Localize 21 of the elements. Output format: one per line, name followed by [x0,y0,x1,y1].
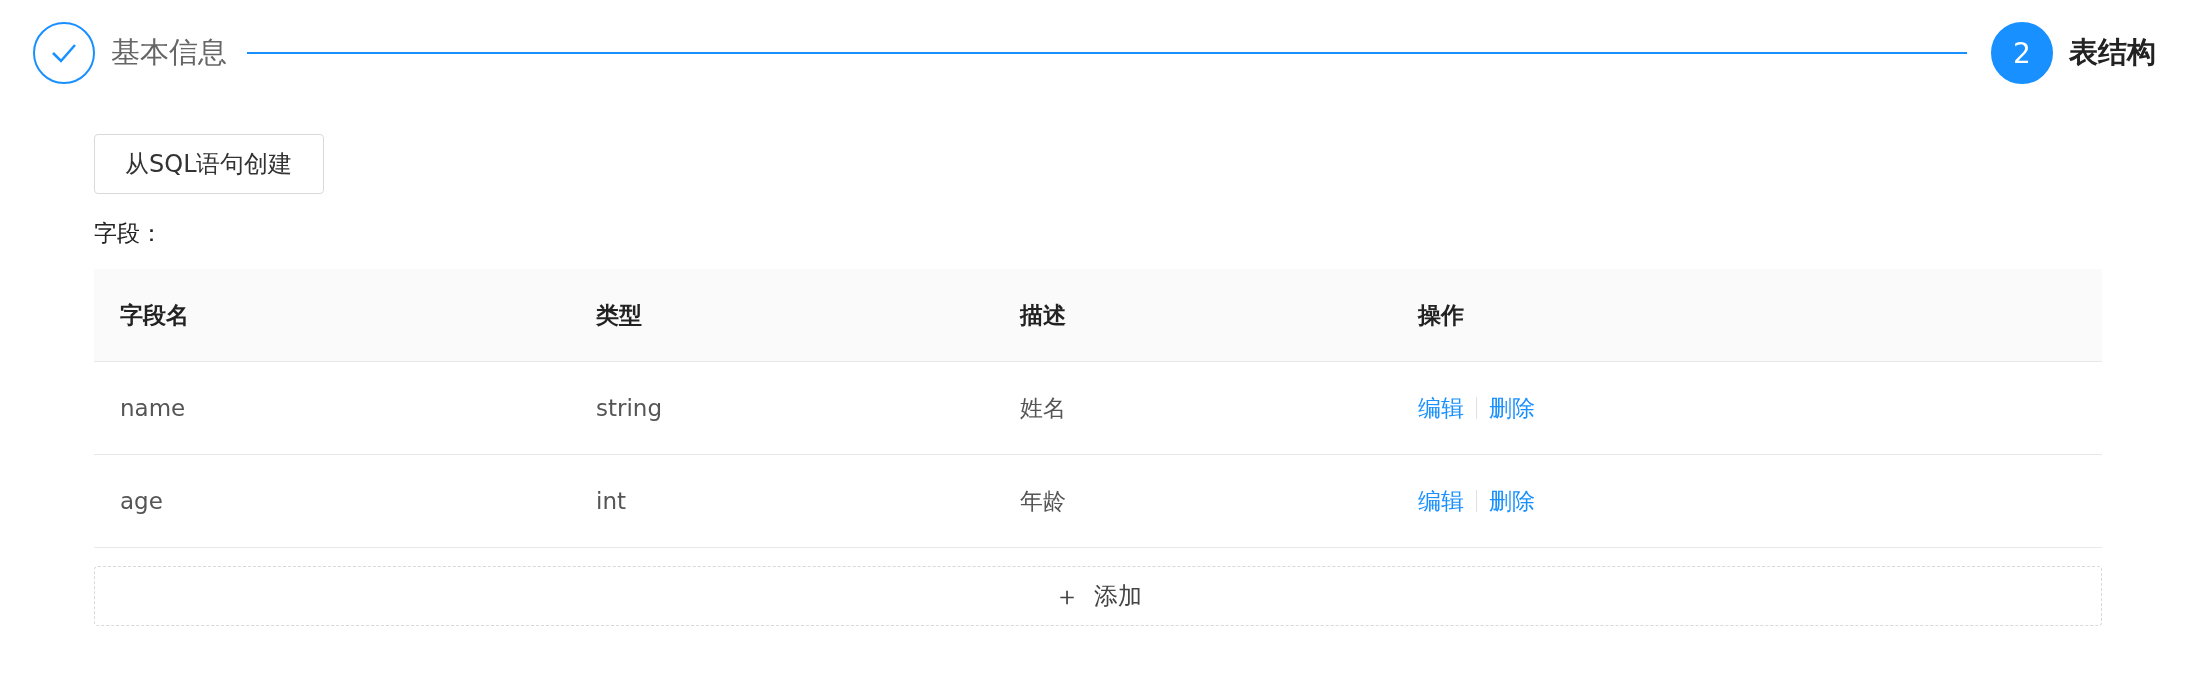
table-cell: name [120,395,186,421]
table-cell: age [120,488,163,514]
column-header: 字段名 [120,300,189,330]
table-cell-text: 姓名 [1020,393,1066,423]
table-cell: string [596,395,663,421]
table-cell: int [596,488,626,514]
step-circle: 2 [1991,22,2053,84]
create-from-sql-button[interactable]: 从SQL语句创建 [94,134,324,194]
table-cell-text: 年龄 [1020,486,1066,516]
column-header: 类型 [596,300,642,330]
add-button[interactable]: ＋ 添加 [94,566,2102,626]
check-icon [51,43,77,63]
edit-link[interactable]: 编辑 [1418,392,1464,424]
column-header: 描述 [1020,300,1066,330]
step-title: 基本信息 [111,34,227,71]
fields-label: 字段： [94,219,163,248]
edit-link[interactable]: 编辑 [1418,485,1464,517]
column-header: 操作 [1418,300,1464,330]
delete-link[interactable]: 删除 [1489,485,1535,517]
step-title: 表结构 [2069,34,2156,71]
delete-link[interactable]: 删除 [1489,392,1535,424]
